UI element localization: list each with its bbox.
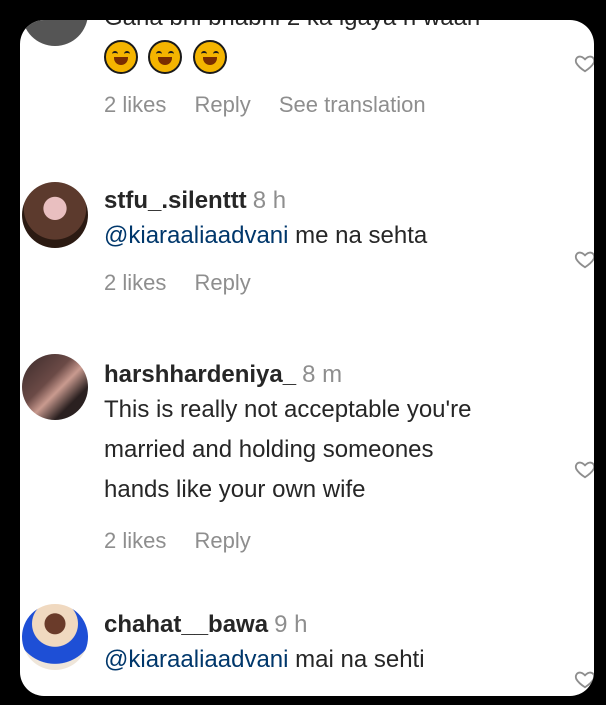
likes-count[interactable]: 2 likes [104,92,166,117]
heart-outline-icon[interactable] [574,52,594,74]
comment-body: mai na sehti [288,646,425,673]
timestamp: 9 h [274,611,308,638]
avatar[interactable] [22,354,88,420]
comment-actions: 2 likes Reply [104,528,554,554]
timestamp: 8 m [302,361,343,388]
reply-button[interactable]: Reply [194,528,250,553]
rolling-on-the-floor-laughing-emoji [104,40,138,74]
reply-button[interactable]: Reply [194,92,250,117]
rolling-on-the-floor-laughing-emoji [148,40,183,74]
comment-actions: 2 likes Reply [104,270,554,296]
heart-outline-icon[interactable] [574,458,594,480]
username[interactable]: stfu_.silenttt [104,187,247,214]
comment-line: married and holding someones [104,436,434,463]
timestamp: 8 h [252,187,287,214]
comment-text: Gana bhi bhabhi 2 ka igaya n waan [104,20,554,38]
see-translation-button[interactable]: See translation [279,92,426,117]
avatar[interactable] [22,20,88,46]
reply-button[interactable]: Reply [194,270,250,295]
likes-count[interactable]: 2 likes [104,528,166,553]
comment-text: @kiaraaliaadvani me na sehta [104,216,554,256]
comment-header: stfu_.silenttt 8 h [104,186,554,216]
mention-link[interactable]: @kiaraaliaadvani [104,222,288,249]
rolling-on-the-floor-laughing-emoji [192,40,227,74]
likes-count[interactable]: 2 likes [104,270,166,295]
comment-header: harshhardeniya_ 8 m [104,360,554,390]
avatar[interactable] [22,604,88,670]
avatar[interactable] [22,182,88,248]
comment-header: chahat__bawa 9 h [104,610,554,640]
username[interactable]: chahat__bawa [104,611,268,638]
comment-body: me na sehta [288,222,428,249]
comment-line: hands like your own wife [104,476,366,503]
comment-text: This is really not acceptable you're mar… [104,390,554,510]
username[interactable]: harshhardeniya_ [104,361,296,388]
comment-line: This is really not acceptable you're [104,396,472,423]
heart-outline-icon[interactable] [574,248,594,270]
mention-link[interactable]: @kiaraaliaadvani [104,646,288,673]
comments-panel: Gana bhi bhabhi 2 ka igaya n waan 2 like… [20,20,594,696]
comment-text: @kiaraaliaadvani mai na sehti [104,640,554,680]
comment-actions: 2 likes Reply See translation [104,92,554,118]
heart-outline-icon[interactable] [574,668,594,690]
emoji-row [104,40,554,74]
